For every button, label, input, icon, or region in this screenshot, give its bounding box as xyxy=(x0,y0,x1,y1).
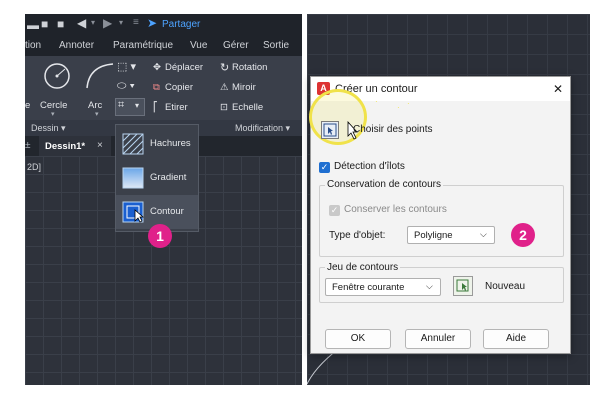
chevron-down-icon[interactable]: ▾ xyxy=(135,101,139,110)
new-label: Nouveau xyxy=(485,281,526,292)
chevron-down-icon: ⌵ xyxy=(480,229,487,239)
arc-icon[interactable] xyxy=(83,60,117,92)
mirror-tool-label[interactable]: Miroir xyxy=(232,82,256,93)
save-icon[interactable]: ■ xyxy=(41,17,48,31)
object-type-label: Type d'objet: xyxy=(329,230,386,241)
hatch-icon xyxy=(122,133,144,155)
chevron-down-icon[interactable]: ▾ xyxy=(91,18,95,27)
menu-item-label: Gradient xyxy=(150,172,187,183)
chevron-down-icon[interactable]: ▾ xyxy=(119,18,123,27)
menu-item-hatch[interactable]: Hachures xyxy=(116,127,198,161)
stretch-tool-label[interactable]: Etirer xyxy=(165,102,188,113)
redo-icon[interactable]: ▶ xyxy=(103,16,112,30)
draw-panel-title[interactable]: Dessin ▾ xyxy=(31,123,66,134)
save-icon[interactable]: ▬ xyxy=(27,18,39,32)
pick-points-label[interactable]: Choisir des points xyxy=(353,124,432,135)
tab-home[interactable]: tion xyxy=(25,40,41,51)
sparkle-dot: · xyxy=(407,99,410,108)
ribbon-tabs: tion Annoter Paramétrique Vue Gérer Sort… xyxy=(25,36,302,56)
boundary-dropdown-menu: Hachures Gradient Contour xyxy=(115,124,199,232)
new-boundary-set-button[interactable] xyxy=(453,276,473,296)
new-boundary-set-icon xyxy=(456,279,469,292)
close-icon[interactable]: × xyxy=(97,140,103,151)
step-badge-1: 1 xyxy=(148,224,172,248)
stretch-icon[interactable]: ⎡ xyxy=(153,102,158,113)
island-detection-label: Détection d'îlots xyxy=(334,161,405,172)
tab-parametric[interactable]: Paramétrique xyxy=(113,40,173,51)
object-type-value: Polyligne xyxy=(414,230,453,241)
tab-output[interactable]: Sortie xyxy=(263,40,289,51)
step-badge-2: 2 xyxy=(511,223,535,247)
file-tab-marker: ± xyxy=(25,140,31,151)
scale-tool-label[interactable]: Echelle xyxy=(232,102,263,113)
line-tool-label[interactable]: e xyxy=(25,100,30,111)
boundary-set-value: Fenêtre courante xyxy=(332,282,405,293)
gradient-icon xyxy=(122,167,144,189)
ok-button[interactable]: OK xyxy=(325,329,391,349)
rotate-icon[interactable]: ↻ xyxy=(220,61,229,74)
cancel-button[interactable]: Annuler xyxy=(405,329,471,349)
tab-annotate[interactable]: Annoter xyxy=(59,40,94,51)
menu-item-label: Hachures xyxy=(150,138,191,149)
scale-icon[interactable]: ⊡ xyxy=(220,102,228,113)
quick-access-toolbar: ▬ ■ ■ ◀ ▾ ▶ ▾ ≡ ➤ Partager xyxy=(25,14,302,36)
boundary-set-group-title: Jeu de contours xyxy=(325,262,401,273)
chevron-down-icon[interactable]: ▾ xyxy=(51,110,55,118)
share-label[interactable]: Partager xyxy=(162,19,200,30)
retention-group-title: Conservation de contours xyxy=(325,179,443,190)
rotate-tool-label[interactable]: Rotation xyxy=(232,62,267,73)
move-icon[interactable]: ✥ xyxy=(153,62,161,73)
object-type-select[interactable]: Polyligne ⌵ xyxy=(407,226,495,244)
tab-dessin1[interactable]: Dessin1* × xyxy=(39,136,111,156)
cursor-icon xyxy=(134,209,144,223)
retain-boundaries-label: Conserver les contours xyxy=(344,204,447,215)
viewport-label[interactable]: 2D] xyxy=(27,162,41,172)
chevron-down-icon[interactable]: ▾ xyxy=(95,110,99,118)
pick-points-button[interactable] xyxy=(321,121,339,139)
circle-icon[interactable] xyxy=(41,60,73,92)
copy-tool-label[interactable]: Copier xyxy=(165,82,193,93)
boundary-set-select[interactable]: Fenêtre courante ⌵ xyxy=(325,278,441,296)
customize-icon[interactable]: ≡ xyxy=(133,17,139,28)
menu-item-label: Contour xyxy=(150,206,184,217)
sparkle-dot: · xyxy=(375,97,378,106)
move-tool-label[interactable]: Déplacer xyxy=(165,62,203,73)
sparkle-dot: · xyxy=(397,103,400,112)
share-icon[interactable]: ➤ xyxy=(147,16,157,30)
print-icon[interactable]: ■ xyxy=(57,17,64,31)
chevron-down-icon: ⌵ xyxy=(426,281,433,291)
tab-manage[interactable]: Gérer xyxy=(223,40,249,51)
hatch-small-icon[interactable]: ⬭ ▾ xyxy=(117,80,135,93)
close-icon[interactable]: ✕ xyxy=(553,82,563,96)
boundary-icon[interactable]: ⌗ xyxy=(118,99,124,112)
boundary-split-button[interactable]: ⌗ ▾ xyxy=(115,98,145,116)
undo-icon[interactable]: ◀ xyxy=(77,16,86,30)
modify-panel-title[interactable]: Modification ▾ xyxy=(235,123,290,134)
island-detection-checkbox[interactable]: ✓ xyxy=(319,162,330,173)
autocad-ribbon-panel: ▬ ■ ■ ◀ ▾ ▶ ▾ ≡ ➤ Partager tion Annoter … xyxy=(25,14,302,385)
rectangle-icon[interactable]: ⬚ ▾ xyxy=(117,60,136,73)
create-boundary-dialog: A Créer un contour ✕ · · · Choisir des p… xyxy=(309,76,571,354)
menu-item-gradient[interactable]: Gradient xyxy=(116,161,198,195)
pick-points-icon xyxy=(323,123,337,137)
tab-view[interactable]: Vue xyxy=(190,40,207,51)
help-button[interactable]: Aide xyxy=(483,329,549,349)
mirror-icon[interactable]: ⚠ xyxy=(220,82,229,93)
copy-icon[interactable]: ⧉ xyxy=(153,82,160,93)
retain-boundaries-checkbox[interactable]: ✓ xyxy=(329,205,340,216)
doc-tab-label: Dessin1* xyxy=(45,141,86,152)
